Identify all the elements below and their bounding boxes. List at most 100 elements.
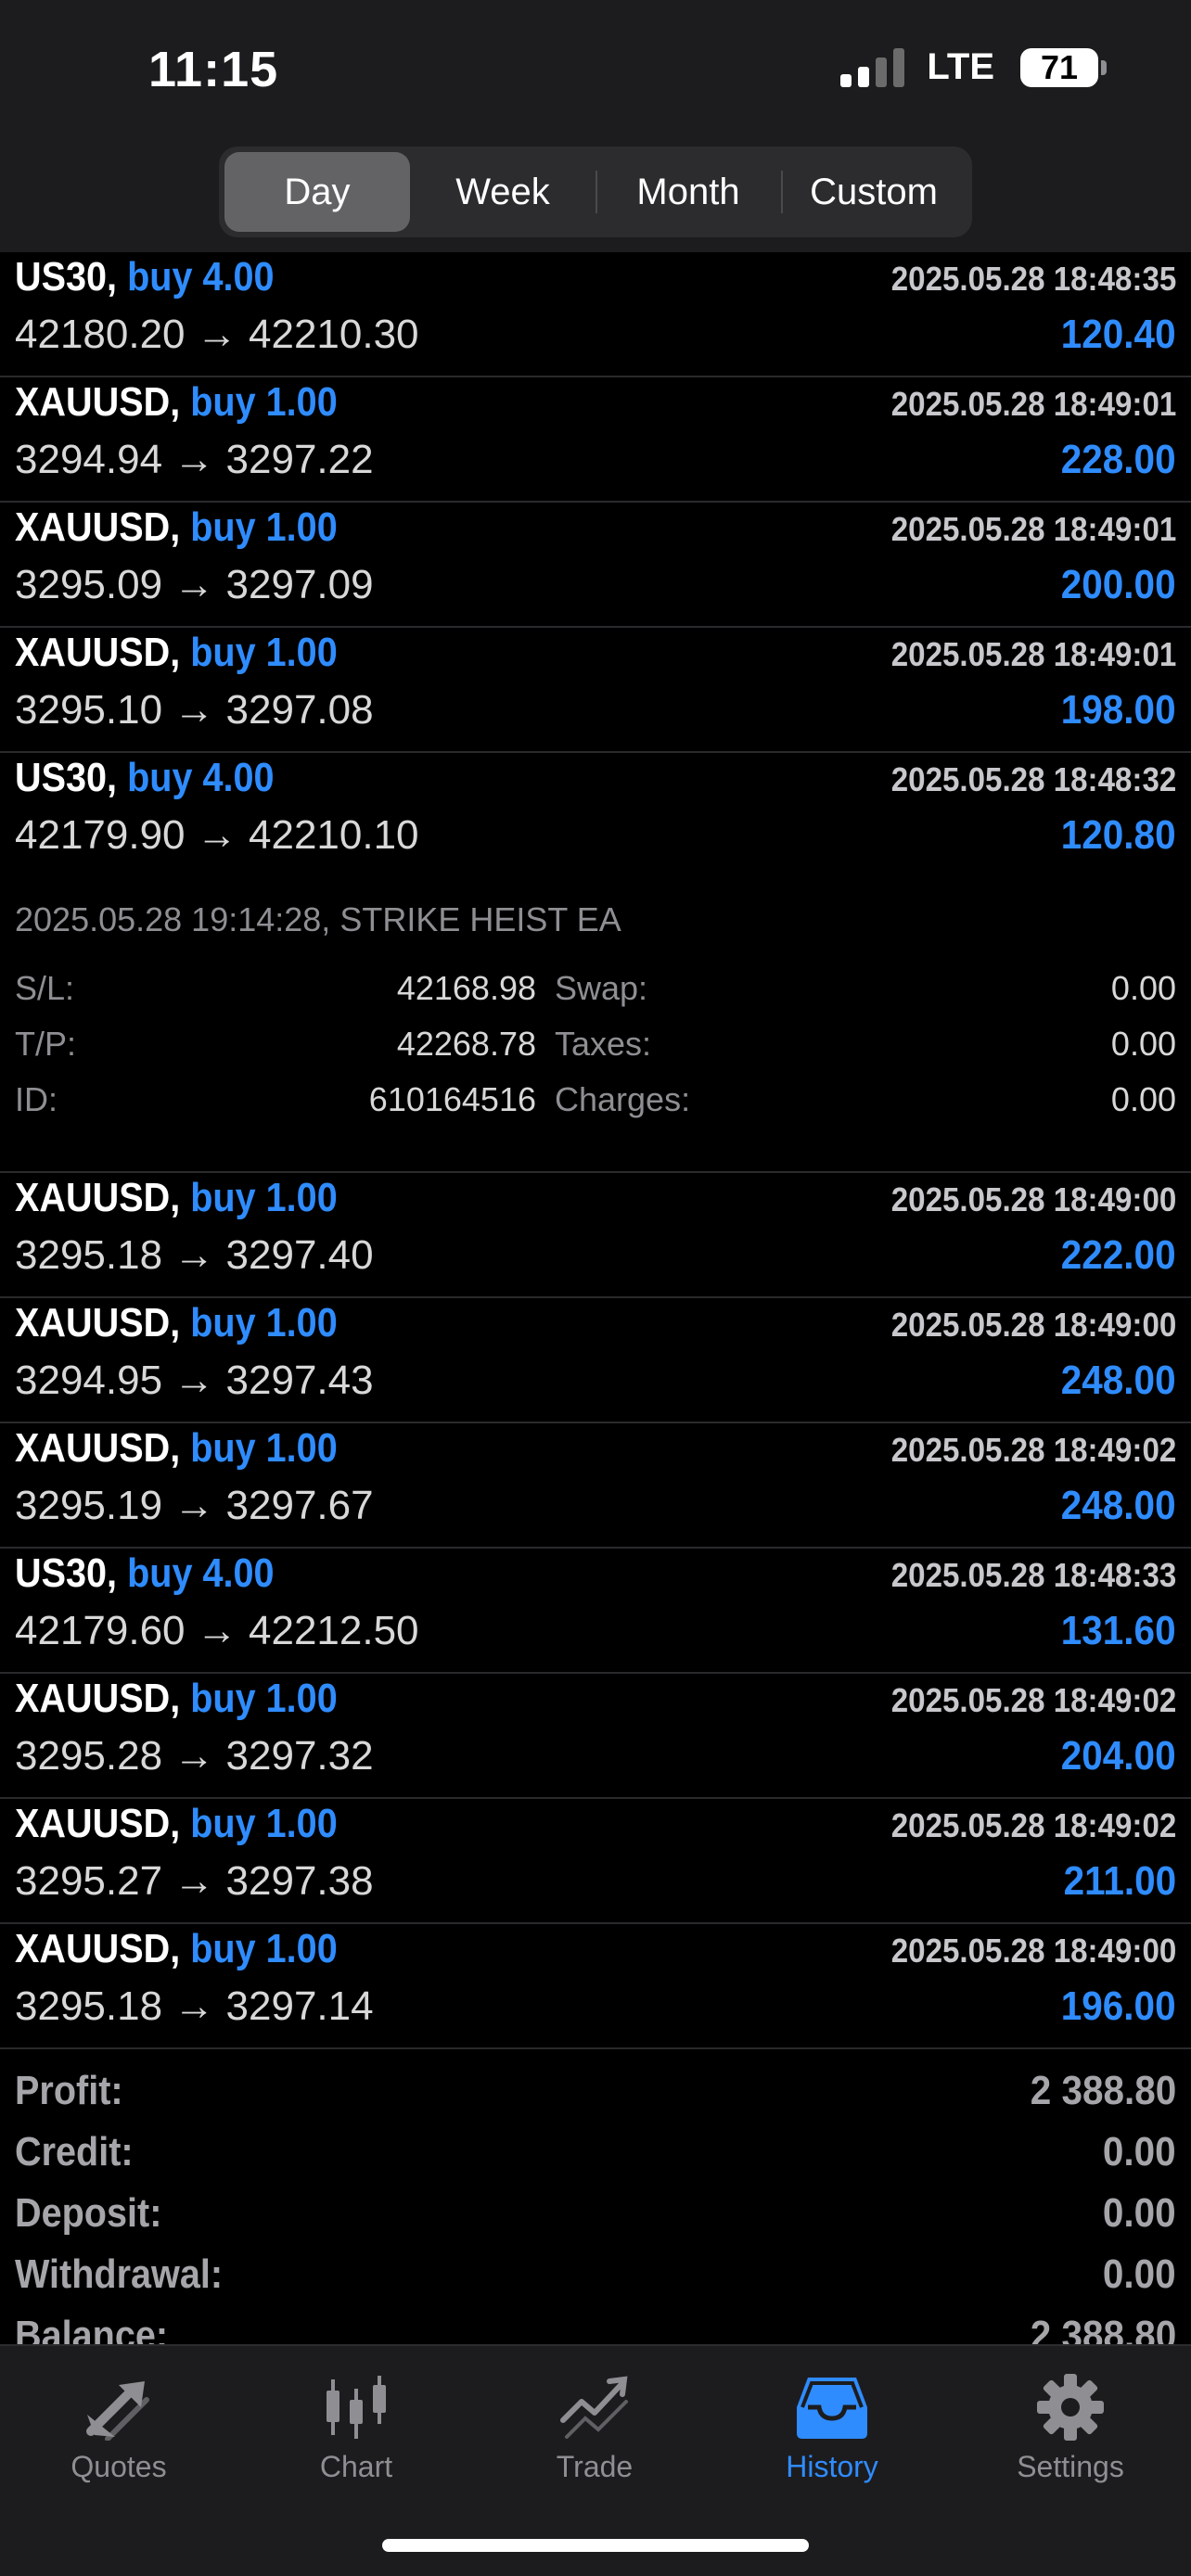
open-price: 3294.95: [15, 1358, 163, 1403]
summary-deposit: Deposit: 0.00: [0, 2190, 1191, 2251]
trade-icon: [560, 2376, 628, 2439]
close-price: 42210.30: [249, 312, 419, 357]
summary-value: 0.00: [1103, 2251, 1176, 2297]
open-price: 3295.18: [15, 1232, 163, 1278]
arrow-right-icon: →: [173, 1232, 215, 1278]
close-price: 3297.09: [225, 562, 374, 607]
close-price: 3297.40: [225, 1232, 374, 1278]
trade-symbol: US30,: [15, 254, 118, 300]
trade-symbol: US30,: [15, 1550, 118, 1596]
trade-action: buy 1.00: [190, 1801, 338, 1846]
trade-row[interactable]: XAUUSD, buy 1.00 3295.19 → 3297.67 2025.…: [0, 1423, 1191, 1549]
trade-datetime: 2025.05.28 18:49:02: [890, 1806, 1176, 1844]
close-price: 3297.43: [225, 1358, 374, 1403]
status-time: 11:15: [148, 42, 279, 97]
trade-symbol: XAUUSD,: [15, 1676, 181, 1721]
summary-label: Withdrawal:: [15, 2251, 224, 2297]
id-label: ID:: [15, 1080, 58, 1118]
trade-action: buy 1.00: [190, 1425, 338, 1471]
trade-datetime: 2025.05.28 18:49:02: [890, 1681, 1176, 1719]
history-list: US30, buy 4.00 42180.20 → 42210.30 2025.…: [0, 252, 1191, 2385]
trade-row[interactable]: US30, buy 4.00 42179.60 → 42212.50 2025.…: [0, 1549, 1191, 1674]
segment-month[interactable]: Month: [596, 152, 781, 232]
tab-quotes[interactable]: Quotes: [26, 2359, 211, 2498]
arrow-right-icon: →: [196, 312, 237, 357]
trade-action: buy 1.00: [190, 630, 338, 675]
trade-row-expanded[interactable]: US30, buy 4.00 42179.90 → 42210.10 2025.…: [0, 753, 1191, 878]
open-price: 3295.18: [15, 1983, 163, 2029]
tab-settings[interactable]: Settings: [978, 2359, 1163, 2498]
trade-row[interactable]: XAUUSD, buy 1.00 3295.28 → 3297.32 2025.…: [0, 1674, 1191, 1799]
trade-profit: 204.00: [1061, 1733, 1176, 1779]
tab-trade[interactable]: Trade: [502, 2359, 687, 2498]
tab-label: Quotes: [70, 2450, 167, 2483]
battery-icon: 71: [1020, 47, 1107, 87]
arrow-right-icon: →: [173, 1483, 215, 1528]
trade-symbol: XAUUSD,: [15, 504, 181, 550]
trade-action: buy 1.00: [190, 379, 338, 425]
arrow-right-icon: →: [173, 1733, 215, 1779]
quotes-icon: [86, 2381, 149, 2441]
tp-label: T/P:: [15, 1025, 77, 1063]
trade-datetime: 2025.05.28 18:49:00: [890, 1306, 1176, 1344]
open-price: 3295.27: [15, 1858, 163, 1904]
trade-symbol: XAUUSD,: [15, 630, 181, 675]
trade-symbol: XAUUSD,: [15, 1801, 181, 1846]
trade-datetime: 2025.05.28 18:48:32: [890, 760, 1176, 798]
trade-symbol: XAUUSD,: [15, 1300, 181, 1345]
trade-row[interactable]: XAUUSD, buy 1.00 3294.95 → 3297.43 2025.…: [0, 1298, 1191, 1423]
arrow-right-icon: →: [173, 1858, 215, 1904]
summary-label: Profit:: [15, 2068, 123, 2113]
details-line-tp: T/P: 42268.78 Taxes: 0.00: [15, 1025, 1176, 1071]
trade-row[interactable]: XAUUSD, buy 1.00 3294.94 → 3297.22 2025.…: [0, 377, 1191, 503]
summary-value: 0.00: [1103, 2190, 1176, 2236]
segment-week[interactable]: Week: [410, 152, 596, 232]
segment-day[interactable]: Day: [224, 152, 410, 232]
trade-row[interactable]: XAUUSD, buy 1.00 3295.09 → 3297.09 2025.…: [0, 503, 1191, 628]
home-indicator[interactable]: [382, 2539, 809, 2552]
trade-datetime: 2025.05.28 18:48:35: [890, 260, 1176, 298]
sl-value: 42168.98: [396, 969, 536, 1007]
trade-row[interactable]: XAUUSD, buy 1.00 3295.18 → 3297.40 2025.…: [0, 1173, 1191, 1298]
account-summary: Profit: 2 388.80 Credit: 0.00 Deposit: 0.00…: [0, 2049, 1191, 2385]
trade-row[interactable]: XAUUSD, buy 1.00 3295.10 → 3297.08 2025.…: [0, 628, 1191, 753]
tab-label: Chart: [319, 2450, 393, 2483]
close-price: 42212.50: [249, 1608, 419, 1653]
id-value: 610164516: [368, 1080, 536, 1118]
close-price: 3297.32: [225, 1733, 374, 1779]
trade-datetime: 2025.05.28 18:49:00: [890, 1932, 1176, 1970]
summary-label: Deposit:: [15, 2190, 162, 2236]
trade-symbol: XAUUSD,: [15, 1926, 181, 1971]
taxes-label: Taxes:: [555, 1025, 652, 1063]
tab-chart[interactable]: Chart: [263, 2359, 449, 2498]
trade-action: buy 1.00: [190, 1175, 338, 1220]
trade-symbol: US30,: [15, 755, 118, 800]
trade-profit: 211.00: [1063, 1858, 1176, 1904]
charges-label: Charges:: [555, 1080, 691, 1118]
segment-custom[interactable]: Custom: [781, 152, 967, 232]
open-price: 42179.90: [15, 812, 186, 858]
arrow-right-icon: →: [173, 1983, 215, 2029]
tab-history[interactable]: History: [739, 2359, 925, 2498]
trade-datetime: 2025.05.28 18:49:02: [890, 1431, 1176, 1469]
settings-icon: [1037, 2374, 1104, 2441]
charges-value: 0.00: [1110, 1080, 1176, 1118]
trade-profit: 248.00: [1061, 1483, 1176, 1528]
trade-symbol: XAUUSD,: [15, 1175, 181, 1220]
open-price: 3294.94: [15, 437, 163, 482]
trade-datetime: 2025.05.28 18:48:33: [890, 1556, 1176, 1594]
close-price: 3297.22: [225, 437, 374, 482]
cellular-signal-icon: [840, 47, 905, 87]
trade-row[interactable]: XAUUSD, buy 1.00 3295.18 → 3297.14 2025.…: [0, 1924, 1191, 2049]
close-price: 3297.38: [225, 1858, 374, 1904]
trade-profit: 120.80: [1061, 812, 1176, 858]
summary-credit: Credit: 0.00: [0, 2129, 1191, 2190]
trade-row[interactable]: XAUUSD, buy 1.00 3295.27 → 3297.38 2025.…: [0, 1799, 1191, 1924]
trade-action: buy 4.00: [127, 1550, 275, 1596]
tp-value: 42268.78: [396, 1025, 536, 1063]
close-price: 3297.08: [225, 687, 374, 733]
details-header: 2025.05.28 19:14:28, STRIKE HEIST EA: [15, 900, 621, 938]
swap-label: Swap:: [555, 969, 648, 1007]
sl-label: S/L:: [15, 969, 75, 1007]
trade-row[interactable]: US30, buy 4.00 42180.20 → 42210.30 2025.…: [0, 252, 1191, 377]
